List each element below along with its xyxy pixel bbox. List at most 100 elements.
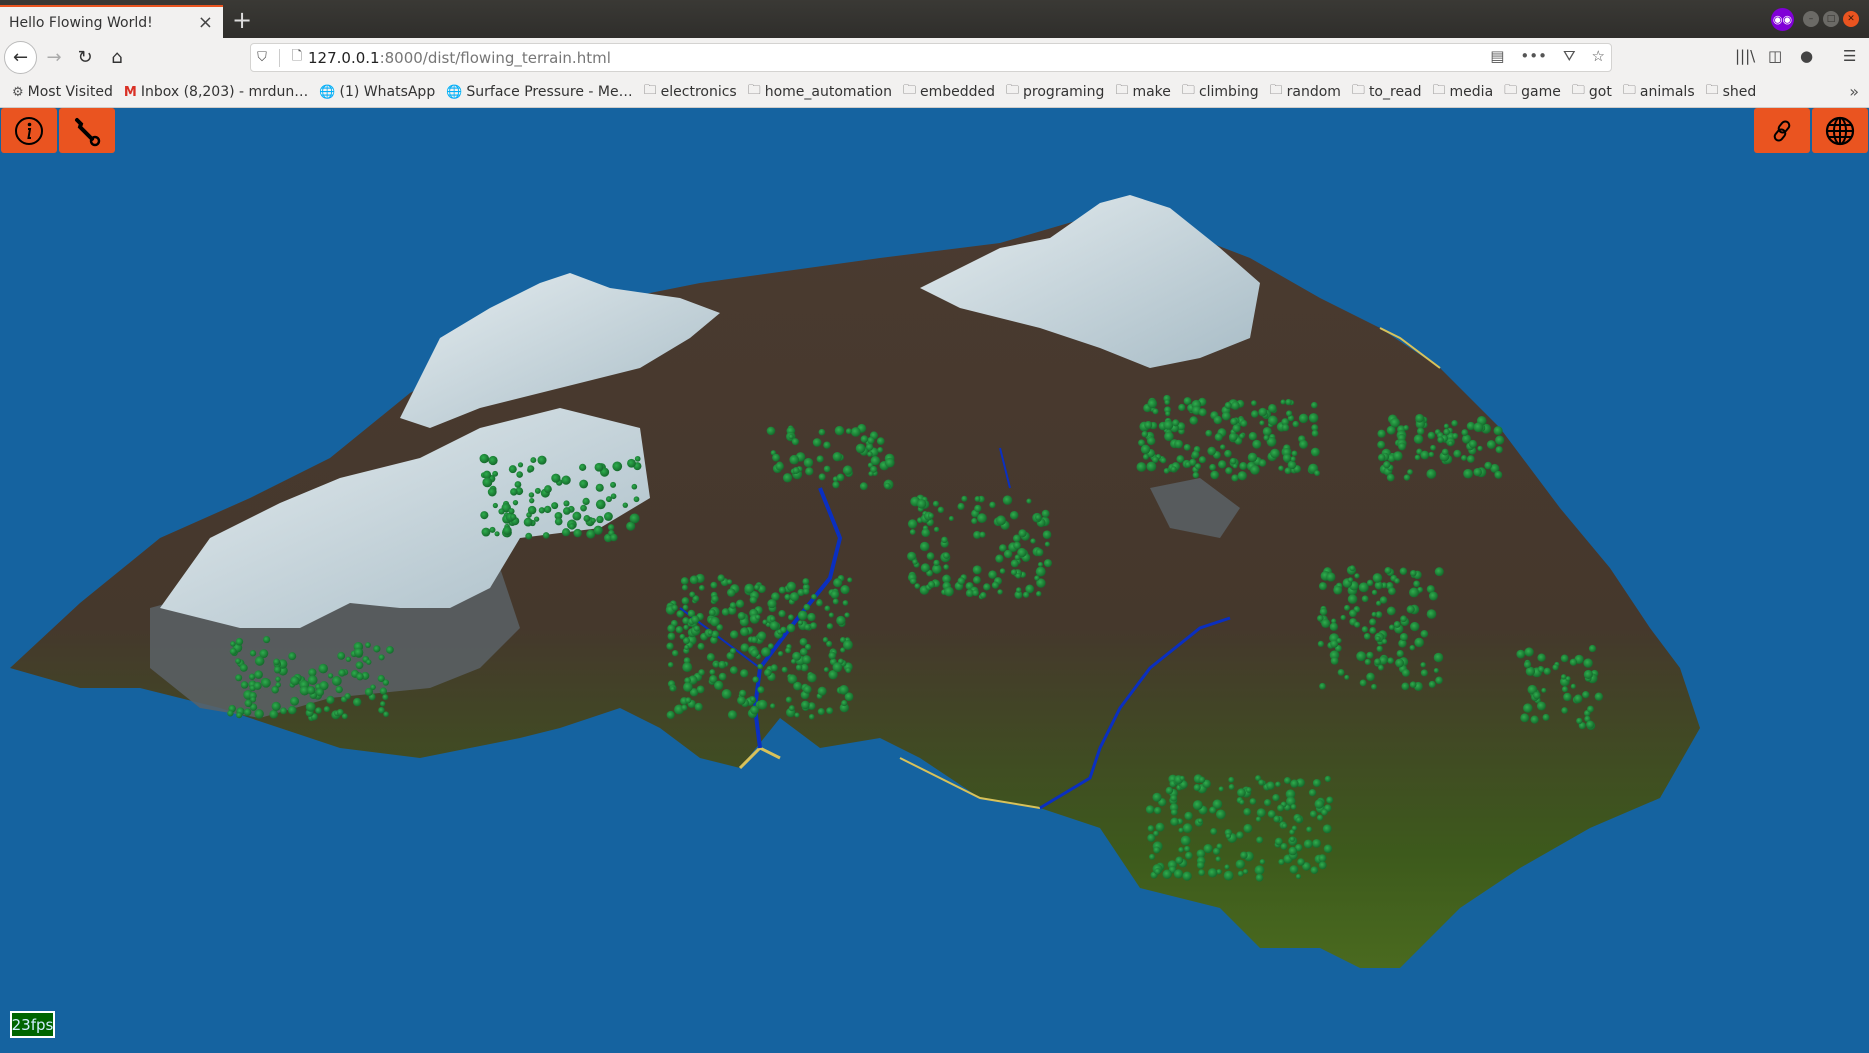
bookmark-item[interactable]: M Inbox (8,203) - mrdun… (124, 84, 308, 100)
tree (767, 599, 777, 609)
bookmark-item[interactable]: 🗀 random (1270, 81, 1341, 103)
bookmark-item[interactable]: 🗀 to_read (1352, 81, 1422, 103)
bookmarks-overflow-icon[interactable]: » (1849, 82, 1859, 101)
info-button[interactable] (1, 108, 57, 153)
tree (1152, 792, 1162, 802)
tree (610, 493, 617, 500)
tree (927, 580, 936, 589)
folder-icon: 🗀 (902, 83, 916, 98)
tree (1258, 407, 1268, 417)
tree (824, 605, 831, 612)
maximize-button[interactable]: □ (1823, 11, 1839, 27)
bookmark-item[interactable]: 🗀 programing (1006, 81, 1104, 103)
bookmark-item[interactable]: 🗀 media (1433, 81, 1494, 103)
tree (1308, 789, 1317, 797)
folder-icon: 🗀 (1351, 83, 1365, 98)
bookmark-item[interactable]: 🗀 animals (1623, 81, 1695, 103)
bookmark-item[interactable]: 🗀 got (1572, 81, 1612, 103)
tree (607, 524, 615, 531)
tree (1354, 621, 1361, 628)
bookmark-item[interactable]: 🗀 climbing (1182, 81, 1259, 103)
menu-icon[interactable]: ☰ (1843, 47, 1856, 65)
settings-button[interactable] (59, 108, 115, 153)
bookmark-item[interactable]: 🗀 embedded (903, 81, 995, 103)
tree (1349, 609, 1357, 618)
back-button[interactable]: ← (4, 41, 37, 74)
tree (1326, 796, 1334, 804)
url-bar[interactable]: ⛉ 🗋 127.0.0.1:8000/dist/flowing_terrain.… (250, 43, 1612, 72)
tree (789, 592, 800, 602)
tree (907, 519, 918, 529)
sidebar-icon[interactable]: ◫ (1768, 47, 1782, 65)
tab-close-icon[interactable]: × (198, 12, 213, 33)
bookmark-item[interactable]: 🗀 make (1115, 81, 1170, 103)
tree (543, 505, 552, 514)
tree (1182, 823, 1193, 834)
tree (681, 704, 688, 711)
shield-icon[interactable]: ⛉ (251, 50, 273, 65)
tree (244, 699, 253, 708)
tree (1381, 638, 1388, 645)
tree (754, 584, 760, 591)
tree (1224, 401, 1232, 409)
tree (1427, 431, 1436, 440)
globe-button[interactable] (1812, 108, 1868, 153)
reload-button[interactable]: ↻ (71, 43, 99, 71)
tree (596, 515, 604, 524)
tree (629, 513, 640, 524)
bookmark-item[interactable]: ⚙ Most Visited (12, 84, 113, 100)
account-icon[interactable]: ● (1800, 47, 1813, 65)
tree (709, 669, 716, 675)
tree (1232, 424, 1241, 433)
bookmark-item[interactable]: 🌐 (1) WhatsApp (319, 84, 435, 100)
tree (667, 624, 676, 633)
forward-button[interactable]: → (40, 43, 68, 71)
new-tab-button[interactable]: + (232, 6, 252, 34)
browser-tab[interactable]: Hello Flowing World! × (0, 5, 223, 38)
tree (230, 641, 236, 647)
tree (1295, 816, 1303, 823)
bookmark-item[interactable]: 🗀 game (1504, 81, 1561, 103)
tree (1366, 651, 1374, 659)
tree (676, 610, 684, 618)
tree (1420, 630, 1429, 638)
tree (826, 623, 834, 630)
tree (850, 427, 861, 437)
library-icon[interactable]: |||\ (1735, 47, 1755, 65)
tree (983, 583, 991, 591)
tree (594, 462, 604, 472)
tree (1041, 509, 1050, 518)
bookmark-star-icon[interactable]: ☆ (1592, 47, 1605, 65)
close-window-button[interactable]: ✕ (1843, 11, 1859, 27)
tree (757, 686, 765, 694)
page-actions-icon[interactable]: ••• (1520, 47, 1547, 65)
bookmark-item[interactable]: 🗀 shed (1706, 81, 1757, 103)
tree (1207, 446, 1217, 456)
reader-view-icon[interactable]: ▤ (1490, 47, 1504, 65)
tree (972, 576, 981, 584)
home-button[interactable]: ⌂ (103, 43, 131, 71)
tree (801, 700, 810, 710)
tree (1174, 439, 1183, 449)
tree (1220, 444, 1226, 450)
tree (1184, 811, 1193, 821)
tree (1281, 423, 1290, 432)
url-text[interactable]: 127.0.0.1:8000/dist/flowing_terrain.html (308, 49, 611, 67)
terrain-canvas[interactable] (0, 108, 1869, 1053)
bookmark-item[interactable]: 🗀 electronics (644, 81, 737, 103)
bookmark-item[interactable]: 🌐 Surface Pressure - Me… (446, 84, 632, 100)
tree (707, 630, 713, 636)
tree (352, 697, 362, 707)
tree (1573, 694, 1583, 704)
tree (1281, 822, 1288, 829)
tree (1003, 549, 1013, 559)
bookmark-item[interactable]: 🗀 home_automation (748, 81, 892, 103)
link-button[interactable] (1754, 108, 1810, 153)
tree (1235, 859, 1245, 869)
minimize-button[interactable]: – (1803, 11, 1819, 27)
pocket-icon[interactable]: ⛛ (1563, 47, 1576, 65)
tree (797, 610, 808, 621)
tree (373, 645, 381, 653)
tree (1383, 461, 1391, 469)
tree (1018, 529, 1027, 538)
